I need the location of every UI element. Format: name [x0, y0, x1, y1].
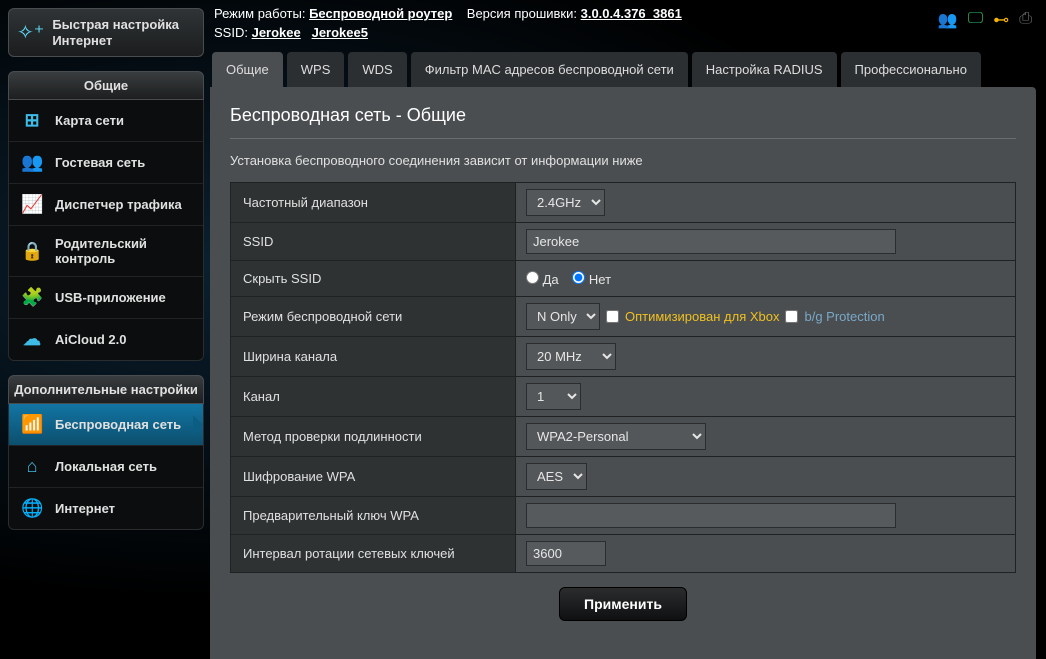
clients-icon[interactable]: 👥 [938, 10, 958, 30]
channel-width-label: Ширина канала [231, 337, 516, 377]
wpa-psk-input[interactable] [526, 503, 896, 528]
ssid-field-label: SSID [231, 223, 516, 261]
quick-setup-button[interactable]: ✧⁺ Быстрая настройка Интернет [8, 8, 204, 57]
wan-status-icon[interactable]: 🖵 [968, 10, 983, 30]
panel-title: Беспроводная сеть - Общие [230, 105, 1016, 139]
sidebar-advanced-item-0[interactable]: 📶 Беспроводная сеть [9, 404, 203, 446]
sidebar-general-item-label: Диспетчер трафика [55, 197, 182, 212]
top-status-bar: Режим работы: Беспроводной роутер Версия… [210, 0, 1036, 46]
channel-label: Канал [231, 377, 516, 417]
sidebar-general-item-1[interactable]: 👥 Гостевая сеть [9, 142, 203, 184]
sidebar-general-item-label: AiCloud 2.0 [55, 332, 127, 347]
xbox-label: Оптимизирован для Xbox [625, 309, 779, 324]
channel-width-select[interactable]: 20 MHz [526, 343, 616, 370]
sidebar-general-item-label: USB-приложение [55, 290, 166, 305]
tab-4[interactable]: Настройка RADIUS [692, 52, 837, 87]
wpa-encryption-select[interactable]: AES [526, 463, 587, 490]
auth-method-label: Метод проверки подлинности [231, 417, 516, 457]
traffic-icon: 📈 [21, 194, 43, 215]
channel-select[interactable]: 1 [526, 383, 581, 410]
panel-description: Установка беспроводного соединения завис… [230, 153, 1016, 168]
lock-icon: 🔒 [21, 241, 43, 262]
sidebar-general-item-3[interactable]: 🔒 Родительский контроль [9, 226, 203, 277]
wpa-encryption-label: Шифрование WPA [231, 457, 516, 497]
sidebar-general-item-label: Родительский контроль [55, 236, 191, 266]
wireless-mode-select[interactable]: N Only [526, 303, 600, 330]
band-label: Частотный диапазон [231, 183, 516, 223]
sidebar-section-advanced: Дополнительные настройки [8, 375, 204, 404]
ssid-label: SSID: [214, 25, 248, 40]
auth-method-select[interactable]: WPA2-Personal [526, 423, 706, 450]
sidebar-general-item-5[interactable]: ☁ AiCloud 2.0 [9, 319, 203, 360]
tab-0[interactable]: Общие [212, 52, 283, 87]
ssid-input[interactable] [526, 229, 896, 254]
sidebar-general-item-0[interactable]: ⊞ Карта сети [9, 100, 203, 142]
tab-2[interactable]: WDS [348, 52, 406, 87]
wireless-mode-label: Режим беспроводной сети [231, 297, 516, 337]
firmware-label: Версия прошивки: [467, 6, 577, 21]
band-select[interactable]: 2.4GHz [526, 189, 605, 216]
firmware-value[interactable]: 3.0.0.4.376_3861 [581, 6, 682, 21]
wpa-psk-label: Предварительный ключ WPA [231, 497, 516, 535]
sidebar-advanced-item-1[interactable]: ⌂ Локальная сеть [9, 446, 203, 488]
sidebar-advanced-item-label: Интернет [55, 501, 115, 516]
sidebar-general-item-label: Гостевая сеть [55, 155, 145, 170]
tab-1[interactable]: WPS [287, 52, 345, 87]
tab-3[interactable]: Фильтр MAC адресов беспроводной сети [411, 52, 688, 87]
hide-ssid-yes[interactable] [526, 271, 539, 284]
sidebar-section-general: Общие [8, 71, 204, 100]
printer-icon[interactable]: ⎙ [1019, 10, 1032, 30]
apply-button[interactable]: Применить [559, 587, 687, 621]
sidebar-advanced-item-2[interactable]: 🌐 Интернет [9, 488, 203, 529]
sidebar-general-item-4[interactable]: 🧩 USB-приложение [9, 277, 203, 319]
globe-icon: 🌐 [21, 498, 43, 519]
rekey-interval-label: Интервал ротации сетевых ключей [231, 535, 516, 573]
sidebar-general-item-2[interactable]: 📈 Диспетчер трафика [9, 184, 203, 226]
hide-ssid-label: Скрыть SSID [231, 261, 516, 297]
ssid1-value[interactable]: Jerokee [252, 25, 301, 40]
xbox-checkbox[interactable] [606, 310, 619, 323]
sidebar-general-item-label: Карта сети [55, 113, 124, 128]
wifi-icon: 📶 [21, 414, 43, 435]
wand-icon: ✧⁺ [17, 20, 44, 45]
usb-icon[interactable]: ⊷ [993, 10, 1009, 30]
quick-setup-label: Быстрая настройка Интернет [52, 17, 195, 48]
ssid2-value[interactable]: Jerokee5 [312, 25, 368, 40]
mode-label: Режим работы: [214, 6, 305, 21]
tab-5[interactable]: Профессионально [841, 52, 981, 87]
bg-protection-label: b/g Protection [804, 309, 884, 324]
rekey-interval-input[interactable] [526, 541, 606, 566]
sidebar-advanced-item-label: Локальная сеть [55, 459, 157, 474]
sidebar-advanced-item-label: Беспроводная сеть [55, 417, 181, 432]
map-icon: ⊞ [21, 110, 43, 131]
mode-value[interactable]: Беспроводной роутер [309, 6, 452, 21]
cloud-icon: ☁ [21, 329, 43, 350]
home-icon: ⌂ [21, 456, 43, 477]
bg-protection-checkbox[interactable] [785, 310, 798, 323]
hide-ssid-no[interactable] [572, 271, 585, 284]
puzzle-icon: 🧩 [21, 287, 43, 308]
guests-icon: 👥 [21, 152, 43, 173]
